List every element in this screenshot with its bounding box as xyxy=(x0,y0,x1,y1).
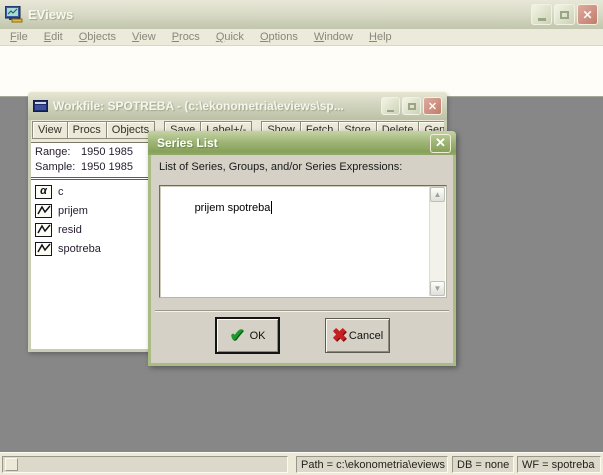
wf-button-procs[interactable]: Procs xyxy=(67,121,107,139)
menu-edit[interactable]: Edit xyxy=(36,30,71,44)
series-list-dialog: Series List ✕ List of Series, Groups, an… xyxy=(148,131,456,366)
menu-quick[interactable]: Quick xyxy=(208,30,252,44)
dialog-close-button[interactable]: ✕ xyxy=(430,134,451,153)
button-divider xyxy=(155,310,449,312)
main-titlebar: EViews ✕ xyxy=(0,0,603,29)
object-label: spotreba xyxy=(58,243,101,255)
status-db-panel: DB = none xyxy=(452,456,514,473)
menu-objects[interactable]: Objects xyxy=(71,30,124,44)
text-caret xyxy=(271,201,272,214)
series-icon xyxy=(35,204,52,218)
sample-value: 1950 1985 xyxy=(81,161,133,173)
series-list-input-value: prijem spotreba xyxy=(195,202,271,214)
workfile-titlebar[interactable]: Workfile: SPOTREBA - (c:\ekonometria\evi… xyxy=(28,92,447,120)
scroll-up-icon[interactable]: ▲ xyxy=(430,187,445,202)
app-icon xyxy=(5,6,23,23)
object-label: c xyxy=(58,186,64,198)
menu-bar: File Edit Objects View Procs Quick Optio… xyxy=(0,29,603,46)
window-title: EViews xyxy=(28,7,73,22)
workfile-title: Workfile: SPOTREBA - (c:\ekonometria\evi… xyxy=(53,99,381,113)
menu-view[interactable]: View xyxy=(124,30,164,44)
cancel-button-label: Cancel xyxy=(349,330,383,342)
workfile-close-button[interactable]: ✕ xyxy=(423,97,442,115)
workfile-icon xyxy=(33,100,48,112)
workfile-minimize-button[interactable] xyxy=(381,97,400,115)
cancel-button[interactable]: ✖ Cancel xyxy=(325,318,390,353)
check-icon: ✔ xyxy=(230,325,245,346)
status-wf-panel: WF = spotreba xyxy=(517,456,601,473)
workfile-maximize-button[interactable] xyxy=(402,97,421,115)
ok-button[interactable]: ✔ OK xyxy=(215,317,280,354)
range-label: Range: xyxy=(35,146,81,158)
scroll-down-icon[interactable]: ▼ xyxy=(430,281,445,296)
status-path-panel: Path = c:\ekonometria\eviews xyxy=(296,456,448,473)
eviews-application: EViews ✕ File Edit Objects View Procs Qu… xyxy=(0,0,603,475)
ok-button-label: OK xyxy=(250,330,266,342)
series-icon xyxy=(35,223,52,237)
alpha-coefficient-icon: α xyxy=(35,185,52,199)
close-button[interactable]: ✕ xyxy=(577,4,598,25)
menu-file[interactable]: File xyxy=(2,30,36,44)
dialog-body: List of Series, Groups, and/or Series Ex… xyxy=(151,155,453,363)
x-icon: ✖ xyxy=(332,325,347,346)
command-area[interactable] xyxy=(0,46,603,97)
status-message-panel xyxy=(2,456,288,473)
series-icon xyxy=(35,242,52,256)
object-label: prijem xyxy=(58,205,88,217)
wf-button-view[interactable]: View xyxy=(32,121,68,139)
textarea-scrollbar[interactable]: ▲ ▼ xyxy=(429,187,445,296)
range-value: 1950 1985 xyxy=(81,146,133,158)
maximize-button[interactable] xyxy=(554,4,575,25)
minimize-button[interactable] xyxy=(531,4,552,25)
sample-label: Sample: xyxy=(35,161,81,173)
dialog-titlebar[interactable]: Series List ✕ xyxy=(148,131,456,155)
status-grip xyxy=(5,458,18,471)
menu-help[interactable]: Help xyxy=(361,30,400,44)
menu-procs[interactable]: Procs xyxy=(164,30,208,44)
dialog-title: Series List xyxy=(157,136,430,150)
dialog-instruction-label: List of Series, Groups, and/or Series Ex… xyxy=(159,161,402,173)
status-bar: Path = c:\ekonometria\eviews DB = none W… xyxy=(0,452,603,475)
object-label: resid xyxy=(58,224,82,236)
menu-window[interactable]: Window xyxy=(306,30,361,44)
series-list-input[interactable]: prijem spotreba ▲ ▼ xyxy=(159,185,447,298)
menu-options[interactable]: Options xyxy=(252,30,306,44)
